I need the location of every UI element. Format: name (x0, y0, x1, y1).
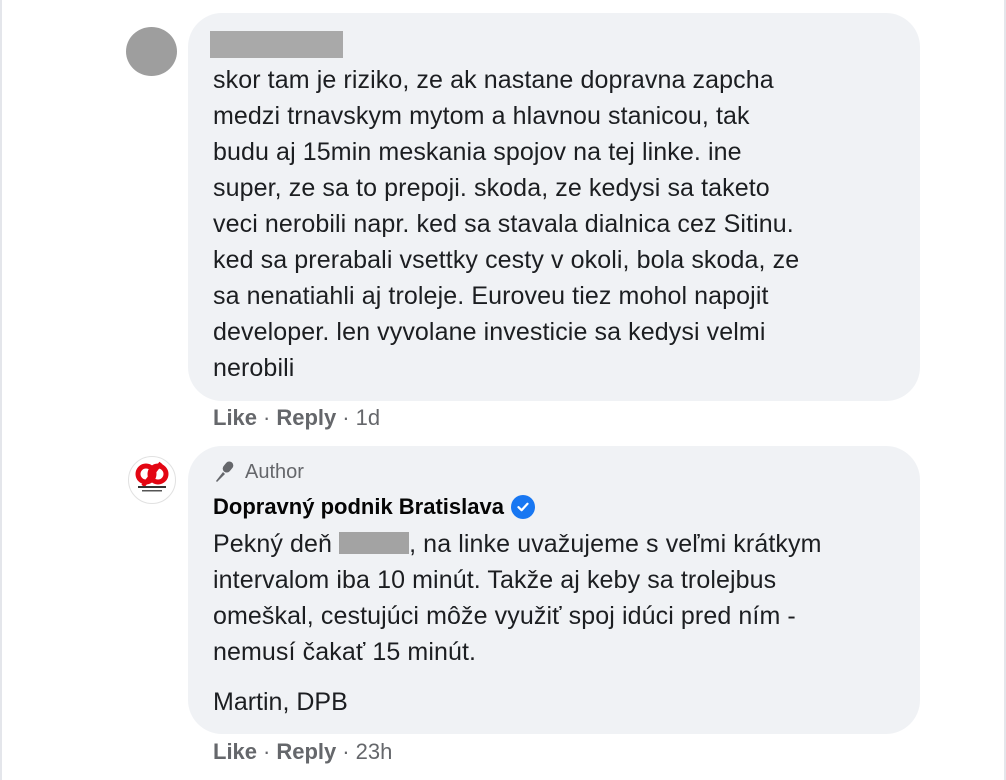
comment-line: developer. len vyvolane investicie sa ke… (213, 318, 766, 346)
reply-button[interactable]: Reply (276, 405, 336, 430)
reply-line: omeškal, cestujúci môže využiť spoj idúc… (213, 602, 796, 630)
reply-text-part: Pekný deň (213, 530, 340, 558)
reply-text-part: , na linke uvažujeme s veľmi krátkym (409, 530, 822, 558)
reply-button[interactable]: Reply (276, 739, 336, 764)
commenter-avatar[interactable] (126, 27, 177, 76)
reply-line: Pekný deň , na linke uvažujeme s veľmi k… (213, 526, 903, 562)
reply-line: nemusí čakať 15 minút. (213, 638, 477, 666)
reply-signature: Martin, DPB (213, 688, 348, 716)
comment-line: veci nerobili napr. ked sa stavala dialn… (213, 210, 794, 238)
author-name-text[interactable]: Dopravný podnik Bratislava (213, 494, 504, 520)
like-button[interactable]: Like (213, 739, 257, 764)
comment-timestamp[interactable]: 1d (356, 405, 380, 430)
separator-dot: · (342, 405, 350, 430)
reply-actions: Like · Reply · 23h (213, 739, 392, 765)
comment-timestamp[interactable]: 23h (356, 739, 393, 764)
redacted-mention[interactable] (339, 532, 410, 554)
author-badge: Author (213, 460, 304, 484)
page-author-name[interactable]: Dopravný podnik Bratislava (213, 494, 535, 520)
comment-line: skor tam je riziko, ze ak nastane doprav… (213, 66, 774, 94)
verified-badge-icon (510, 495, 535, 519)
comment-line: ked sa prerabali vsettky cesty v okoli, … (213, 246, 800, 274)
left-border (0, 0, 2, 780)
comment-line: super, ze sa to prepoji. skoda, ze kedys… (213, 174, 770, 202)
separator-dot: · (263, 405, 271, 430)
like-button[interactable]: Like (213, 405, 257, 430)
redacted-author-name[interactable] (210, 31, 343, 58)
comment-text: skor tam je riziko, ze ak nastane doprav… (213, 62, 903, 386)
comment-line: budu aj 15min meskania spojov na tej lin… (213, 138, 742, 166)
dpb-logo-avatar[interactable] (128, 456, 176, 504)
separator-dot: · (342, 739, 350, 764)
author-badge-label: Author (245, 460, 304, 483)
comment-line: medzi trnavskym mytom a hlavnou stanicou… (213, 102, 750, 130)
microphone-icon (216, 461, 234, 482)
comment-actions: Like · Reply · 1d (213, 405, 380, 431)
comment-line: sa nenatiahli aj troleje. Euroveu tiez m… (213, 282, 769, 310)
reply-text: Pekný deň , na linke uvažujeme s veľmi k… (213, 526, 903, 670)
comment-line: nerobili (213, 354, 295, 382)
reply-line: intervalom iba 10 minút. Takže aj keby s… (213, 566, 777, 594)
dpb-logo-icon (135, 461, 169, 492)
separator-dot: · (263, 739, 271, 764)
